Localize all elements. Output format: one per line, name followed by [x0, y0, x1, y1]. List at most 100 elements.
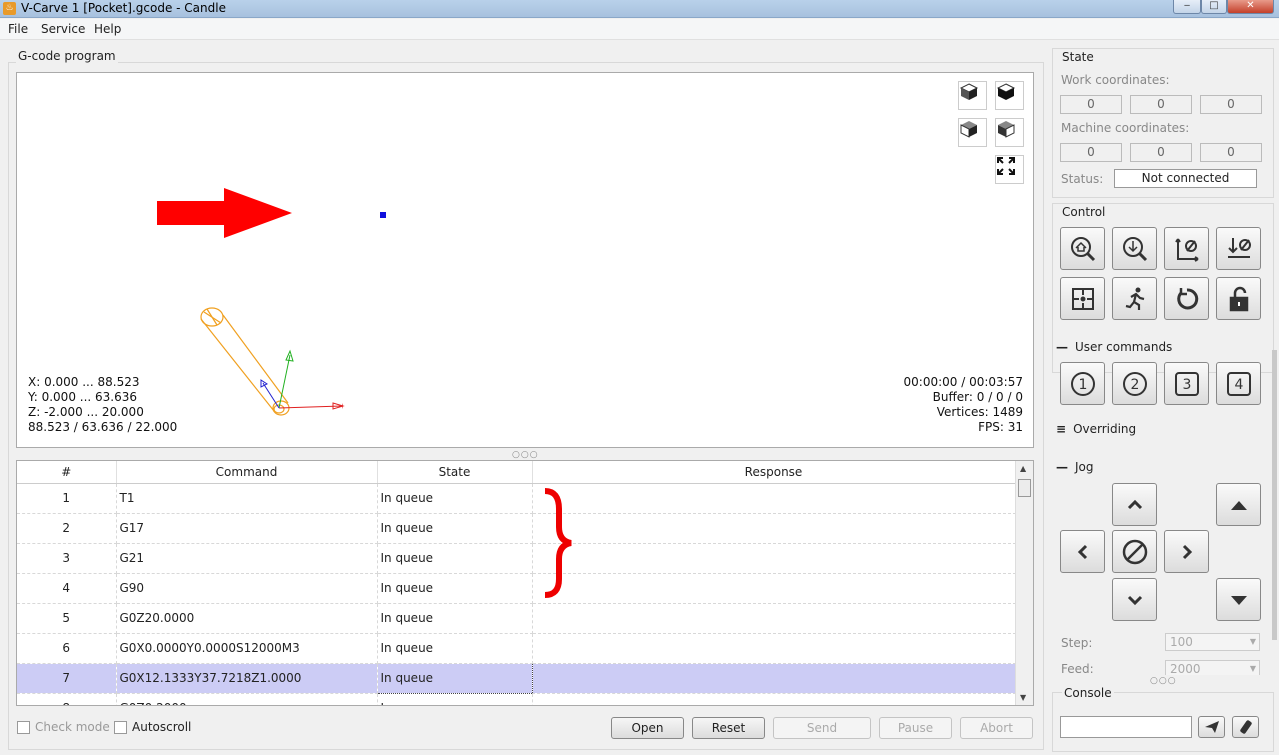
scroll-up-icon[interactable]: ▲	[1020, 464, 1026, 473]
scroll-down-icon[interactable]: ▼	[1020, 693, 1026, 702]
table-row[interactable]: 3 G21 In queue	[17, 543, 1016, 574]
user-command-1-button[interactable]: 1	[1060, 362, 1105, 405]
jog-z-minus-button[interactable]	[1216, 578, 1261, 621]
row-number-cell[interactable]: 6	[17, 633, 117, 664]
checkbox-box[interactable]	[17, 720, 30, 734]
menu-help[interactable]: Help	[94, 22, 121, 36]
check-mode-checkbox[interactable]: Check mode	[17, 720, 110, 734]
console-command-input[interactable]	[1060, 716, 1192, 738]
clear-icon[interactable]	[1232, 716, 1259, 738]
pause-button[interactable]: Pause	[879, 717, 952, 739]
row-number-cell[interactable]: 7	[17, 663, 117, 694]
command-cell[interactable]: G0X0.0000Y0.0000S12000M3	[116, 633, 378, 664]
jog-header[interactable]: — Jog	[1056, 460, 1094, 474]
expand-icon[interactable]: ≡	[1056, 422, 1066, 436]
collapse-icon[interactable]: —	[1056, 460, 1068, 474]
gcode-table[interactable]: # Command State Response 1 T1 In queue 2 G17…	[16, 460, 1034, 706]
response-cell[interactable]	[532, 603, 1016, 634]
column-header-state[interactable]: State	[377, 461, 533, 484]
row-number-cell[interactable]: 1	[17, 483, 117, 514]
step-select[interactable]: 100 ▼	[1165, 633, 1260, 651]
soft-reset-icon[interactable]	[1164, 277, 1209, 320]
abort-button[interactable]: Abort	[960, 717, 1033, 739]
command-cell[interactable]: G17	[116, 513, 378, 544]
row-number-cell[interactable]: 8	[17, 693, 117, 705]
state-cell[interactable]: In queue	[377, 693, 533, 705]
user-command-3-button[interactable]: 3	[1164, 362, 1209, 405]
z-probe-icon[interactable]	[1112, 227, 1157, 270]
collapse-icon[interactable]: —	[1056, 340, 1068, 354]
state-cell[interactable]: In queue	[376, 662, 533, 694]
state-cell[interactable]: In queue	[377, 483, 533, 514]
front-view-icon[interactable]	[958, 118, 987, 147]
right-splitter-handle[interactable]: ○○○	[1150, 676, 1177, 686]
response-cell[interactable]	[532, 663, 1016, 694]
jog-x-plus-button[interactable]	[1164, 530, 1209, 573]
table-row[interactable]: 6 G0X0.0000Y0.0000S12000M3 In queue	[17, 633, 1016, 664]
state-cell[interactable]: In queue	[377, 633, 533, 664]
safe-position-icon[interactable]	[1112, 277, 1157, 320]
left-view-icon[interactable]	[995, 118, 1024, 147]
state-cell[interactable]: In queue	[377, 573, 533, 604]
table-row[interactable]: 4 G90 In queue	[17, 573, 1016, 604]
jog-z-plus-button[interactable]	[1216, 483, 1261, 526]
fit-view-icon[interactable]	[995, 155, 1024, 184]
column-header-number[interactable]: #	[17, 461, 117, 484]
home-icon[interactable]	[1060, 227, 1105, 270]
restore-origin-icon[interactable]	[1060, 277, 1105, 320]
command-cell[interactable]: G0X12.1333Y37.7218Z1.0000	[116, 663, 378, 694]
response-cell[interactable]	[532, 543, 1016, 574]
jog-y-minus-button[interactable]	[1112, 578, 1157, 621]
right-panel-scrollbar[interactable]	[1272, 350, 1277, 640]
autoscroll-checkbox[interactable]: Autoscroll	[114, 720, 191, 734]
checkbox-box[interactable]	[114, 720, 127, 734]
menu-service[interactable]: Service	[41, 22, 85, 36]
response-cell[interactable]	[532, 693, 1016, 705]
jog-y-plus-button[interactable]	[1112, 483, 1157, 526]
jog-stop-button[interactable]	[1112, 530, 1157, 573]
maximize-button[interactable]: □	[1201, 0, 1227, 14]
zero-xy-icon[interactable]	[1164, 227, 1209, 270]
user-command-4-button[interactable]: 4	[1216, 362, 1261, 405]
zero-z-icon[interactable]	[1216, 227, 1261, 270]
table-scrollbar[interactable]: ▲ ▼	[1015, 461, 1033, 705]
close-button[interactable]: ✕	[1227, 0, 1274, 14]
user-command-2-button[interactable]: 2	[1112, 362, 1157, 405]
minimize-button[interactable]: ‒	[1173, 0, 1201, 14]
menu-file[interactable]: File	[8, 22, 28, 36]
column-header-command[interactable]: Command	[116, 461, 378, 484]
state-cell[interactable]: In queue	[377, 603, 533, 634]
response-cell[interactable]	[532, 483, 1016, 514]
isometric-view-icon[interactable]	[958, 81, 987, 110]
reset-button[interactable]: Reset	[692, 717, 765, 739]
row-number-cell[interactable]: 3	[17, 543, 117, 574]
row-number-cell[interactable]: 5	[17, 603, 117, 634]
command-cell[interactable]: G0Z20.0000	[116, 603, 378, 634]
send-icon[interactable]	[1198, 716, 1225, 738]
row-number-cell[interactable]: 2	[17, 513, 117, 544]
column-header-response[interactable]: Response	[532, 461, 1016, 484]
command-cell[interactable]: G21	[116, 543, 378, 574]
jog-x-minus-button[interactable]	[1060, 530, 1105, 573]
unlock-icon[interactable]	[1216, 277, 1261, 320]
row-number-cell[interactable]: 4	[17, 573, 117, 604]
gcode-visualizer[interactable]: X: 0.000 ... 88.523 Y: 0.000 ... 63.636 …	[16, 72, 1034, 448]
table-row[interactable]: 5 G0Z20.0000 In queue	[17, 603, 1016, 634]
top-view-icon[interactable]	[995, 81, 1024, 110]
command-cell[interactable]: G90	[116, 573, 378, 604]
overriding-header[interactable]: ≡ Overriding	[1056, 422, 1136, 436]
response-cell[interactable]	[532, 573, 1016, 604]
state-cell[interactable]: In queue	[377, 543, 533, 574]
table-row[interactable]: 7 G0X12.1333Y37.7218Z1.0000 In queue	[17, 662, 1016, 694]
command-cell[interactable]: G0Z0.2000	[116, 693, 378, 705]
user-commands-header[interactable]: — User commands	[1056, 340, 1172, 354]
splitter-handle[interactable]: ○○○	[512, 450, 539, 460]
send-button[interactable]: Send	[773, 717, 871, 739]
table-row[interactable]: 1 T1 In queue	[17, 483, 1016, 514]
command-cell[interactable]: T1	[116, 483, 378, 514]
response-cell[interactable]	[532, 513, 1016, 544]
state-cell[interactable]: In queue	[377, 513, 533, 544]
open-button[interactable]: Open	[611, 717, 684, 739]
table-row[interactable]: 2 G17 In queue	[17, 513, 1016, 544]
response-cell[interactable]	[532, 633, 1016, 664]
